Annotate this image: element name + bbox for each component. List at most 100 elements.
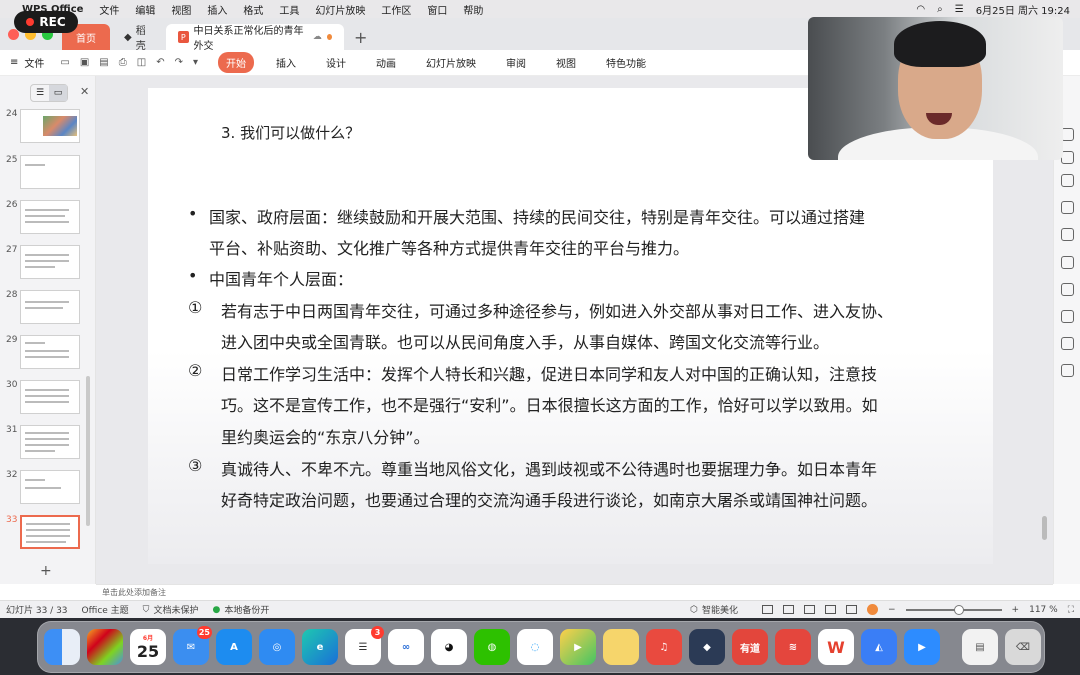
slide-heading[interactable]: 3. 我们可以做什么？ [221, 122, 360, 143]
document-stack-icon[interactable]: ▤ [962, 629, 998, 665]
menu-datetime[interactable]: 6月25日 周六 19:24 [976, 2, 1070, 17]
bullet1-line1[interactable]: 国家、政府层面：继续鼓励和开展大范围、持续的民间交往，特别是青年交往。可以通过搭… [209, 204, 865, 228]
menu-slideshow[interactable]: 幻灯片放映 [315, 2, 365, 17]
zoom-icon[interactable]: ▶ [904, 629, 940, 665]
file-menu-button[interactable]: ≡ 文件 [10, 55, 44, 70]
search-icon[interactable]: ⌕ [937, 4, 943, 15]
netease-music-icon[interactable]: ♫ [646, 629, 682, 665]
tool-icon[interactable] [1061, 174, 1074, 187]
reminders-icon[interactable]: ☰ 3 [345, 626, 384, 665]
ribbon-tab-design[interactable]: 设计 [318, 52, 354, 73]
image-icon[interactable] [1061, 364, 1074, 377]
open-icon[interactable]: ▭ [60, 57, 69, 68]
zoom-level[interactable]: 117 % [1029, 605, 1058, 615]
bullet2-text[interactable]: 中国青年个人层面： [209, 266, 353, 290]
mail-icon[interactable]: ✉ 25 [173, 626, 212, 665]
notes-view-icon[interactable] [762, 605, 773, 614]
item3-line2[interactable]: 好奇特定政治问题，也要通过合理的交流沟通手段进行谈论，如南京大屠杀或靖国神社问题… [221, 487, 877, 511]
outline-view-icon[interactable]: ☰ [31, 85, 49, 101]
control-center-icon[interactable]: ☰ [955, 4, 964, 15]
thumbnail-slide[interactable]: 24 [4, 109, 82, 143]
bullet1-line2[interactable]: 平台、补贴资助、文化推广等各种方式提供青年交往的平台与推力。 [209, 235, 689, 259]
item2-line2[interactable]: 巧。这不是宣传工作，也不是强行“安利”。日本很擅长这方面的工作，恰好可以学以致用… [221, 392, 878, 416]
save-icon[interactable]: ▣ [80, 57, 89, 68]
ribbon-tab-features[interactable]: 特色功能 [598, 52, 654, 73]
qq-icon[interactable]: ◕ [431, 629, 467, 665]
thumbnail-slide[interactable]: 30 [4, 380, 82, 414]
notes-area[interactable]: 单击此处添加备注 [96, 584, 1053, 600]
sorter-view-icon[interactable] [804, 605, 815, 614]
thumbnail-slide[interactable]: 32 [4, 470, 82, 504]
menu-file[interactable]: 文件 [99, 2, 119, 17]
notes-icon[interactable] [603, 629, 639, 665]
add-slide-button[interactable]: + [40, 563, 52, 579]
normal-view-icon[interactable] [783, 605, 794, 614]
fit-window-icon[interactable]: ⛶ [1068, 605, 1074, 615]
canvas-scrollbar[interactable] [1042, 516, 1047, 540]
thumbnail-slide[interactable]: 27 [4, 245, 82, 279]
ribbon-tab-view[interactable]: 视图 [548, 52, 584, 73]
launchpad-icon[interactable] [87, 629, 123, 665]
baidu-netdisk-icon[interactable]: ∞ [388, 629, 424, 665]
menu-format[interactable]: 格式 [243, 2, 263, 17]
lark-icon[interactable]: ◭ [861, 629, 897, 665]
menu-help[interactable]: 帮助 [463, 2, 483, 17]
redo-icon[interactable]: ↷ [175, 57, 183, 68]
dingtalk-chat-icon[interactable]: ◌ [517, 629, 553, 665]
menu-tools[interactable]: 工具 [279, 2, 299, 17]
safari-icon[interactable]: ◎ [259, 629, 295, 665]
wps-icon[interactable]: W [818, 629, 854, 665]
thumbnail-slide-active[interactable]: 33 [4, 515, 82, 549]
thumbnail-slide[interactable]: 25 [4, 155, 82, 189]
wechat-icon[interactable]: ◍ [474, 629, 510, 665]
menu-workspace[interactable]: 工作区 [381, 2, 411, 17]
ribbon-tab-insert[interactable]: 插入 [268, 52, 304, 73]
item1-line1[interactable]: 若有志于中日两国青年交往，可通过多种途径参与，例如进入外交部从事对日工作、进入友… [221, 298, 893, 322]
menu-insert[interactable]: 插入 [207, 2, 227, 17]
tencent-video-icon[interactable]: ▶ [560, 629, 596, 665]
settings-sliders-icon[interactable] [1061, 310, 1074, 323]
thumbnail-slide[interactable]: 26 [4, 200, 82, 234]
zoom-slider[interactable] [905, 604, 1002, 615]
parallels-icon[interactable]: ◆ [689, 629, 725, 665]
history-icon[interactable] [1061, 337, 1074, 350]
thumbnail-view-toggle[interactable]: ☰ ▭ [30, 84, 68, 102]
close-panel-icon[interactable]: ✕ [80, 85, 89, 98]
tool-icon[interactable] [1061, 228, 1074, 241]
youdao-icon[interactable]: 有道 [732, 629, 768, 665]
status-protect[interactable]: ⛉ 文档未保护 [143, 603, 199, 617]
calendar-icon[interactable]: 6月 25 [130, 629, 166, 665]
undo-icon[interactable]: ↶ [156, 57, 164, 68]
menu-edit[interactable]: 编辑 [135, 2, 155, 17]
slide-view-icon[interactable]: ▭ [49, 85, 67, 101]
item3-line1[interactable]: 真诚待人、不卑不亢。尊重当地风俗文化，遇到歧视或不公待遇时也要据理力争。如日本青… [221, 456, 877, 480]
xunjie-icon[interactable]: ≋ [775, 629, 811, 665]
thumbnail-scrollbar[interactable] [86, 376, 90, 526]
app-store-icon[interactable]: A [216, 629, 252, 665]
edge-icon[interactable]: e [302, 629, 338, 665]
zoom-out-icon[interactable]: − [888, 605, 896, 615]
trash-icon[interactable]: ⌫ [1005, 629, 1041, 665]
tool-icon[interactable] [1061, 201, 1074, 214]
thumbnail-slide[interactable]: 29 [4, 335, 82, 369]
ribbon-tab-review[interactable]: 审阅 [498, 52, 534, 73]
status-backup[interactable]: ● 本地备份开 [212, 603, 269, 617]
ribbon-tab-slideshow[interactable]: 幻灯片放映 [418, 52, 484, 73]
menu-window[interactable]: 窗口 [427, 2, 447, 17]
thumbnail-slide[interactable]: 28 [4, 290, 82, 324]
ribbon-tab-animation[interactable]: 动画 [368, 52, 404, 73]
ribbon-tab-start[interactable]: 开始 [218, 52, 255, 73]
menu-view[interactable]: 视图 [171, 2, 191, 17]
finder-icon[interactable] [44, 629, 80, 665]
export-icon[interactable]: ▤ [99, 57, 108, 68]
tab-document[interactable]: P 中日关系正常化后的青年外交 ☁ [166, 24, 344, 52]
tab-docer[interactable]: ◆ 稻壳 [112, 24, 164, 52]
reading-view-icon[interactable] [825, 605, 836, 614]
play-slideshow-icon[interactable] [867, 604, 878, 615]
item1-line2[interactable]: 进入团中央或全国青联。也可以从民间角度入手，从事自媒体、跨国文化交流等行业。 [221, 329, 829, 353]
print-view-icon[interactable] [846, 605, 857, 614]
thumbnail-slide[interactable]: 31 [4, 425, 82, 459]
print-icon[interactable]: ⎙ [119, 57, 127, 68]
item2-line1[interactable]: 日常工作学习生活中：发挥个人特长和兴趣，促进日本同学和友人对中国的正确认知，注意… [221, 361, 877, 385]
beautify-button[interactable]: ⬡ 智能美化 [690, 603, 738, 617]
